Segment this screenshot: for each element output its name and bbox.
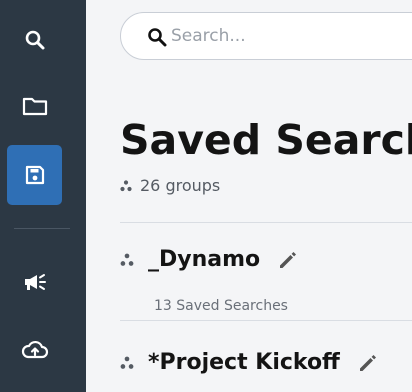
saved-searches-count: 13 Saved Searches [154,298,288,314]
group-name[interactable]: _Dynamo [148,247,260,272]
edit-group-button[interactable] [356,351,380,375]
sidebar-item-search[interactable] [7,10,62,70]
search-input[interactable] [171,23,411,49]
folder-icon [22,97,47,116]
search-icon [147,27,167,51]
groups-icon [120,179,132,192]
sidebar-item-saved-searches[interactable] [7,145,62,205]
sidebar-item-upload[interactable] [7,320,62,380]
group-name[interactable]: *Project Kickoff [148,350,340,375]
edit-group-button[interactable] [276,248,300,272]
divider [120,222,412,223]
search-icon [25,30,44,50]
sidebar-item-folders[interactable] [7,76,62,136]
page-title: Saved Searches [120,116,412,164]
drag-handle-icon[interactable] [120,356,134,370]
divider [120,320,412,321]
group-row[interactable]: _Dynamo [120,247,300,272]
groups-count: 26 groups [120,176,220,195]
cloud-upload-icon [21,340,48,359]
group-row[interactable]: *Project Kickoff [120,350,380,375]
search-bar[interactable] [120,12,412,60]
drag-handle-icon[interactable] [120,253,134,267]
main-panel: Saved Searches 26 groups _Dynamo [86,0,412,392]
megaphone-icon [24,274,46,290]
groups-count-label: 26 groups [140,176,221,195]
pencil-icon [359,354,376,371]
pencil-icon [280,251,297,268]
sidebar-divider [14,228,70,229]
save-icon [25,165,44,185]
sidebar-item-announcements[interactable] [7,252,62,312]
sidebar-rail [0,0,86,392]
